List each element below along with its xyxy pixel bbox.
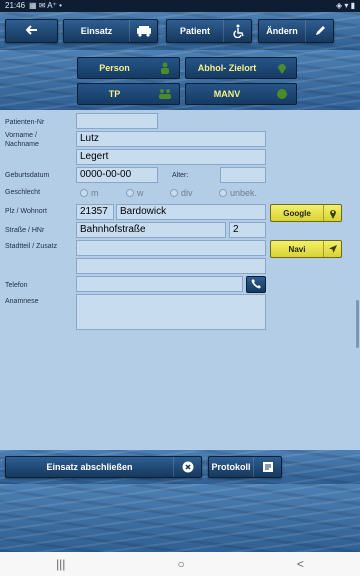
patient-label: Patient — [179, 26, 210, 36]
person-icon — [151, 58, 179, 78]
patient-button[interactable]: Patient — [166, 19, 252, 43]
person-button[interactable]: Person — [77, 57, 180, 79]
anamnese-label: Anamnese — [5, 298, 39, 305]
nachname-field[interactable]: Legert — [76, 149, 266, 165]
phone-icon — [251, 276, 262, 294]
aendern-label: Ändern — [266, 26, 298, 36]
vorname-field[interactable]: Lutz — [76, 131, 266, 147]
google-label: Google — [283, 208, 311, 218]
telefon-label: Telefon — [5, 282, 28, 289]
abhol-zielort-button[interactable]: Abhol- Zielort — [185, 57, 297, 79]
top-nav-bar: Einsatz Patient Ändern — [0, 12, 360, 50]
vorname-nachname-label-2: Nachname — [5, 141, 39, 148]
call-button[interactable] — [246, 276, 266, 293]
background-texture — [0, 484, 360, 552]
strasse-hnr-label: Straße / HNr — [5, 227, 45, 234]
patient-form: Patienten-Nr Vorname / Nachname Lutz Leg… — [0, 110, 360, 450]
gender-option-label: w — [137, 188, 144, 198]
radio-circle — [126, 189, 134, 197]
map-pin-icon — [323, 205, 341, 221]
notification-icons: ▦ ✉ A⁺ • — [29, 1, 62, 10]
abhol-zielort-label: Abhol- Zielort — [197, 63, 257, 73]
einsatz-abschliessen-button[interactable]: Einsatz abschließen — [5, 456, 202, 478]
einsatz-label: Einsatz — [80, 26, 113, 36]
gender-radio-w[interactable]: w — [126, 188, 144, 198]
gender-option-label: m — [91, 188, 99, 198]
manv-button[interactable]: MANV — [185, 83, 297, 105]
navi-label: Navi — [288, 244, 306, 254]
protokoll-button[interactable]: Protokoll — [208, 456, 282, 478]
navi-button[interactable]: Navi — [270, 240, 342, 258]
group-icon — [151, 84, 179, 104]
manv-label: MANV — [213, 89, 241, 99]
radio-circle — [170, 189, 178, 197]
back-button[interactable] — [5, 19, 58, 43]
gender-radio-unbek[interactable]: unbek. — [219, 188, 257, 198]
document-icon — [253, 457, 281, 477]
bottom-action-bar: Einsatz abschließen Protokoll — [0, 450, 360, 484]
status-bar: 21:46 ▦ ✉ A⁺ • ◈ ▾ ▮ — [0, 0, 360, 12]
tp-button[interactable]: TP — [77, 83, 180, 105]
wheelchair-icon — [223, 20, 251, 42]
aendern-button[interactable]: Ändern — [258, 19, 334, 43]
arrow-left-icon — [6, 25, 57, 37]
vorname-nachname-label-1: Vorname / — [5, 132, 37, 139]
zusatz-field[interactable] — [76, 258, 266, 274]
patienten-nr-label: Patienten-Nr — [5, 119, 45, 126]
stadtteil-zusatz-label: Stadtteil / Zusatz — [5, 243, 58, 250]
gender-option-label: div — [181, 188, 193, 198]
plz-wohnort-label: Plz / Wohnort — [5, 208, 47, 215]
radio-circle — [80, 189, 88, 197]
stadtteil-field[interactable] — [76, 240, 266, 256]
google-button[interactable]: Google — [270, 204, 342, 222]
einsatz-abschliessen-label: Einsatz abschließen — [46, 462, 133, 472]
hausnummer-field[interactable]: 2 — [229, 222, 266, 238]
system-back-button[interactable]: < — [297, 557, 304, 571]
alter-field[interactable] — [220, 167, 266, 183]
gender-radio-div[interactable]: div — [170, 188, 193, 198]
home-button[interactable]: ○ — [178, 557, 185, 571]
gender-radio-m[interactable]: m — [80, 188, 99, 198]
person-label: Person — [99, 63, 130, 73]
tp-label: TP — [108, 89, 121, 99]
protokoll-label: Protokoll — [211, 462, 251, 472]
einsatz-button[interactable]: Einsatz — [63, 19, 158, 43]
scrollbar[interactable] — [356, 300, 359, 348]
ambulance-icon — [129, 20, 157, 42]
status-right-icons: ◈ ▾ ▮ — [335, 1, 355, 10]
manv-icon — [268, 84, 296, 104]
sub-nav-bar: Person Abhol- Zielort TP MANV — [0, 50, 360, 110]
radio-circle — [219, 189, 227, 197]
patienten-nr-field[interactable] — [76, 113, 158, 129]
navigation-arrow-icon — [323, 241, 341, 257]
telefon-field[interactable] — [76, 276, 243, 292]
plz-field[interactable]: 21357 — [76, 204, 114, 220]
geburtsdatum-field[interactable]: 0000-00-00 — [76, 167, 158, 183]
alter-label: Alter: — [172, 172, 189, 179]
geschlecht-label: Geschlecht — [5, 189, 41, 196]
geburtsdatum-label: Geburtsdatum — [5, 172, 50, 179]
system-nav-bar: ||| ○ < — [0, 552, 360, 576]
gender-option-label: unbek. — [230, 188, 258, 198]
recents-button[interactable]: ||| — [56, 557, 65, 571]
pencil-icon — [305, 20, 333, 42]
wohnort-field[interactable]: Bardowick — [116, 204, 266, 220]
close-circle-icon — [173, 457, 201, 477]
strasse-field[interactable]: Bahnhofstraße — [76, 222, 226, 238]
location-icon — [268, 58, 296, 78]
anamnese-textarea[interactable] — [76, 294, 266, 330]
status-time: 21:46 — [5, 1, 26, 10]
